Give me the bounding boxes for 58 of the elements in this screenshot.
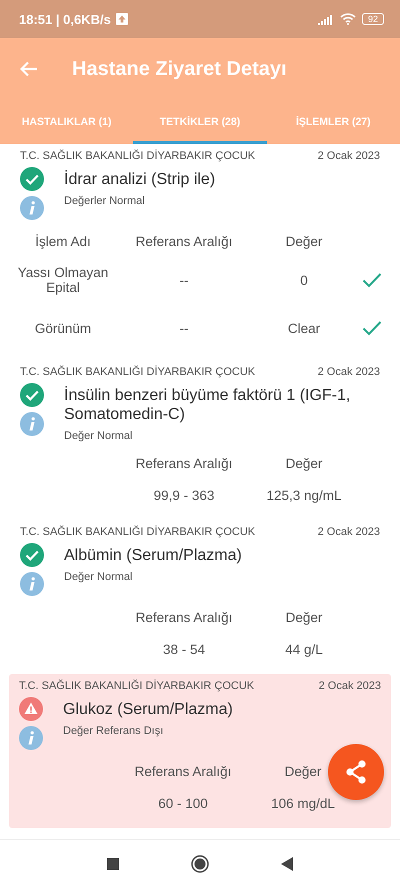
column-header: Değer <box>286 232 322 251</box>
column-header: Referans Aralığı <box>136 454 232 473</box>
table-cell-text: Görünüm <box>34 320 92 338</box>
info-icon[interactable] <box>20 412 44 436</box>
hospital-name: T.C. SAĞLIK BAKANLIĞI DİYARBAKIR ÇOCUK <box>20 366 256 378</box>
result-note: Değer Normal <box>64 430 134 442</box>
table-cell-text: 60 - 100 <box>158 794 208 812</box>
table-cell-text: 0 <box>300 272 308 290</box>
column-header: Değer <box>286 454 322 473</box>
tab[interactable]: HASTALIKLAR (1) <box>0 100 134 144</box>
test-date: 2 Ocak 2023 <box>318 150 380 162</box>
tab[interactable]: TETKİKLER (28) <box>133 100 267 144</box>
back-icon[interactable] <box>20 61 38 77</box>
test-title: Albümin (Serum/Plazma) <box>64 546 242 565</box>
table-cell-text: 99,9 - 363 <box>154 486 214 504</box>
test-title: İdrar analizi (Strip ile) <box>64 170 216 189</box>
test-date: 2 Ocak 2023 <box>318 366 380 378</box>
result-note: Değerler Normal <box>64 195 146 207</box>
tab[interactable]: İŞLEMLER (27) <box>266 100 400 144</box>
test-title: Glukoz (Serum/Plazma) <box>63 700 233 719</box>
check-icon <box>20 383 44 407</box>
warning-icon <box>19 697 43 721</box>
table-cell-text: Clear <box>288 320 320 338</box>
home-icon[interactable] <box>191 855 209 873</box>
check-icon <box>20 543 44 567</box>
table-cell-text: 106 mg/dL <box>271 794 335 813</box>
hospital-name: T.C. SAĞLIK BAKANLIĞI DİYARBAKIR ÇOCUK <box>20 526 256 538</box>
hospital-name: T.C. SAĞLIK BAKANLIĞI DİYARBAKIR ÇOCUK <box>19 680 254 692</box>
table-cell-text: 38 - 54 <box>162 640 206 658</box>
recents-icon[interactable] <box>107 858 119 870</box>
result-note: Değer Normal <box>64 571 134 583</box>
info-icon[interactable] <box>20 196 44 220</box>
test-date: 2 Ocak 2023 <box>318 680 381 692</box>
check-icon <box>20 167 44 191</box>
battery-indicator: 92 <box>362 13 384 25</box>
screen-title: Hastane Ziyaret Detayı <box>72 58 287 80</box>
hospital-name: T.C. SAĞLIK BAKANLIĞI DİYARBAKIR ÇOCUK <box>20 150 256 162</box>
table-cell-text: Yassı Olmayan Epital <box>16 264 110 297</box>
column-header: İşlem Adı <box>35 232 91 251</box>
table-cell-text: 125,3 ng/mL <box>266 486 342 505</box>
info-icon[interactable] <box>20 572 44 596</box>
wifi-icon <box>340 13 356 25</box>
test-title: İnsülin benzeri büyüme faktörü 1 (IGF-1, Somatomedin-C) <box>64 386 352 424</box>
test-date: 2 Ocak 2023 <box>318 526 380 538</box>
column-header: Değer <box>286 608 322 627</box>
column-header: Referans Aralığı <box>136 232 232 251</box>
status-time: 18:51 | 0,6KB/s <box>19 12 111 26</box>
info-icon[interactable] <box>19 726 43 750</box>
column-header: Değer <box>284 762 322 781</box>
column-header: Referans Aralığı <box>134 762 232 781</box>
table-cell-text: 44 g/L <box>285 640 323 659</box>
result-note: Değer Referans Dışı <box>63 725 164 737</box>
table-cell-text: -- <box>180 320 188 338</box>
signal-icon <box>318 14 332 24</box>
table-cell-text: -- <box>180 272 188 290</box>
back-nav-icon[interactable] <box>281 857 293 871</box>
upload-icon <box>116 13 128 25</box>
column-header: Referans Aralığı <box>136 608 232 627</box>
